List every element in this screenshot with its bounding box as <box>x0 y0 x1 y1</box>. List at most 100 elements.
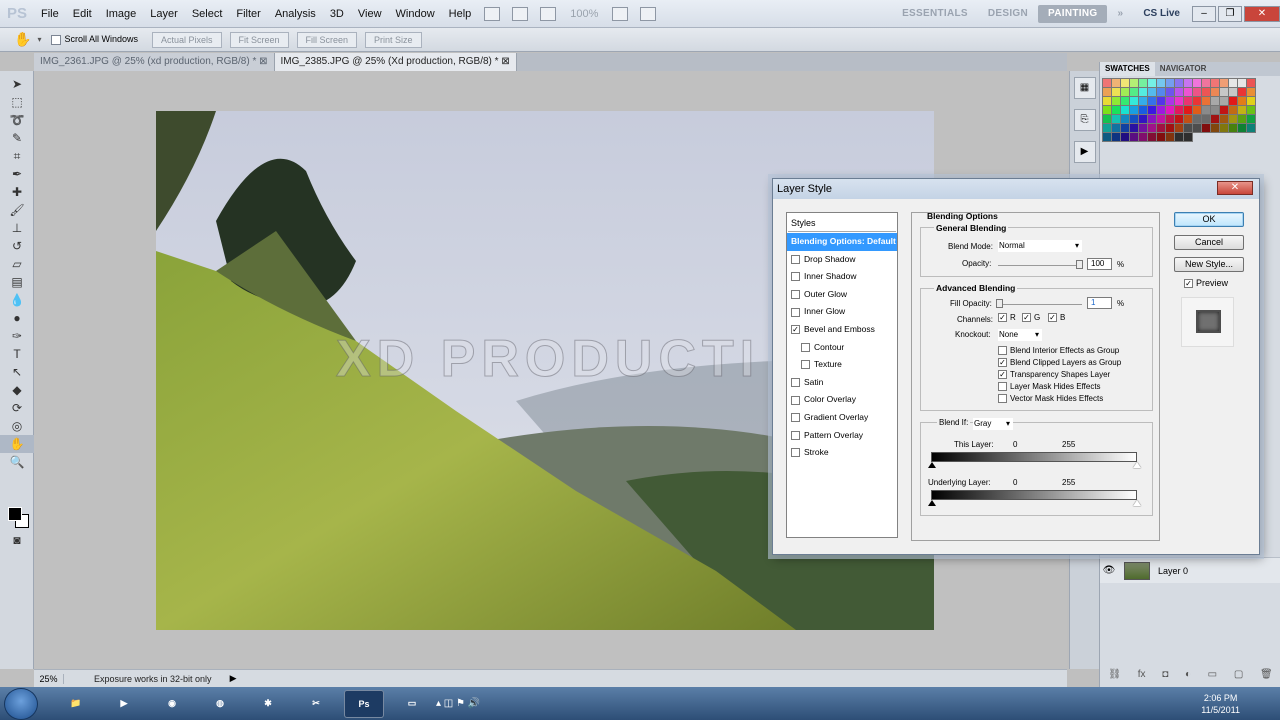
menu-filter[interactable]: Filter <box>229 8 267 20</box>
this-layer-white-slider[interactable] <box>1133 462 1141 468</box>
this-layer-gradient[interactable] <box>931 452 1137 462</box>
mini-bridge-panel-icon[interactable]: ▦ <box>1073 77 1096 99</box>
blend-mode-select[interactable]: Normal ▾ <box>998 240 1082 252</box>
restore-button[interactable]: ❐ <box>1218 5 1242 22</box>
doc-tab-img2385[interactable]: IMG_2385.JPG @ 25% (Xd production, RGB/8… <box>274 53 517 71</box>
style-inner-glow[interactable]: Inner Glow <box>787 303 897 321</box>
style-satin[interactable]: Satin <box>787 374 897 392</box>
network-taskbar-icon[interactable]: ✱ <box>248 690 288 718</box>
explorer-taskbar-icon[interactable]: 📁 <box>56 690 96 718</box>
zoom-tool-icon[interactable]: 🔍 <box>0 453 34 471</box>
channel-g-checkbox[interactable]: ✓ G <box>1022 313 1040 322</box>
foreground-color-swatch[interactable] <box>8 507 22 521</box>
workspace-painting[interactable]: PAINTING <box>1038 4 1108 23</box>
status-zoom[interactable]: 25% <box>34 673 64 684</box>
3d-rotate-tool-icon[interactable]: ⟳ <box>0 399 34 417</box>
clone-stamp-tool-icon[interactable]: ⊥ <box>0 219 34 237</box>
checkbox-box[interactable] <box>791 378 800 388</box>
style-pattern-overlay[interactable]: Pattern Overlay <box>787 427 897 445</box>
style-drop-shadow[interactable]: Drop Shadow <box>787 251 897 269</box>
checkbox-box[interactable] <box>998 382 1007 391</box>
menu-analysis[interactable]: Analysis <box>268 8 323 20</box>
actions-panel-icon[interactable]: ▶ <box>1073 141 1096 163</box>
dialog-titlebar[interactable]: Layer Style <box>773 179 1259 199</box>
checkbox-box[interactable]: ✓ <box>1022 313 1031 322</box>
fill-opacity-input[interactable]: 1 <box>1087 297 1112 309</box>
pen-tool-icon[interactable]: ✑ <box>0 327 34 345</box>
type-tool-icon[interactable]: T <box>0 345 34 363</box>
channel-r-checkbox[interactable]: ✓ R <box>998 313 1016 322</box>
media-player-taskbar-icon[interactable]: ▶ <box>104 690 144 718</box>
layer-row[interactable]: 👁 Layer 0 <box>1100 557 1280 583</box>
workspace-more[interactable]: » <box>1107 8 1133 19</box>
new-layer-icon[interactable]: ▢ <box>1234 669 1243 680</box>
firefox-taskbar-icon[interactable]: ◍ <box>200 690 240 718</box>
new-group-icon[interactable]: ▭ <box>1208 669 1217 680</box>
checkbox-box[interactable] <box>801 342 810 352</box>
checkbox-box[interactable] <box>801 360 810 370</box>
arrange-documents-icon[interactable] <box>612 6 629 21</box>
fit-screen-button[interactable]: Fit Screen <box>229 31 289 48</box>
knockout-select[interactable]: None ▾ <box>998 329 1042 341</box>
style-bevel-emboss[interactable]: ✓ Bevel and Emboss <box>787 321 897 339</box>
vector-mask-hides-checkbox[interactable]: Vector Mask Hides Effects <box>998 394 1103 403</box>
status-menu-arrow-icon[interactable]: ▶ <box>230 673 237 684</box>
history-brush-tool-icon[interactable]: ↺ <box>0 237 34 255</box>
chrome-taskbar-icon[interactable]: ◉ <box>152 690 192 718</box>
fill-opacity-slider-knob[interactable] <box>996 299 1003 308</box>
screen-mode-icon[interactable] <box>640 6 657 21</box>
style-stroke[interactable]: Stroke <box>787 444 897 462</box>
new-style-button[interactable]: New Style... <box>1174 257 1244 272</box>
gradient-tool-icon[interactable]: ▤ <box>0 273 34 291</box>
menu-layer[interactable]: Layer <box>143 8 185 20</box>
menu-view[interactable]: View <box>351 8 389 20</box>
styles-header[interactable]: Styles <box>788 214 896 232</box>
color-swatch[interactable] <box>1246 123 1256 133</box>
checkbox-box[interactable] <box>791 430 800 440</box>
menu-image[interactable]: Image <box>99 8 144 20</box>
link-layers-icon[interactable]: ⛓ <box>1108 669 1121 680</box>
style-inner-shadow[interactable]: Inner Shadow <box>787 268 897 286</box>
tab-navigator[interactable]: NAVIGATOR <box>1155 62 1212 76</box>
checkbox-box[interactable] <box>791 254 800 264</box>
workspace-essentials[interactable]: ESSENTIALS <box>892 8 978 19</box>
opacity-slider-knob[interactable] <box>1076 260 1083 269</box>
path-selection-tool-icon[interactable]: ↖ <box>0 363 34 381</box>
checkbox-box[interactable] <box>51 34 62 45</box>
color-swatch[interactable] <box>1183 132 1193 142</box>
underlying-layer-gradient[interactable] <box>931 490 1137 500</box>
move-tool-icon[interactable]: ➤ <box>0 75 34 93</box>
blur-tool-icon[interactable]: 💧 <box>0 291 34 309</box>
checkbox-box[interactable] <box>791 413 800 423</box>
opacity-input[interactable]: 100 <box>1087 258 1112 270</box>
ok-button[interactable]: OK <box>1174 212 1244 227</box>
eyedropper-tool-icon[interactable]: ✒ <box>0 165 34 183</box>
dialog-close-button[interactable]: ✕ <box>1217 181 1253 195</box>
start-button[interactable] <box>4 687 38 720</box>
eraser-tool-icon[interactable]: ▱ <box>0 255 34 273</box>
style-texture[interactable]: Texture <box>787 356 897 374</box>
menu-edit[interactable]: Edit <box>66 8 99 20</box>
checkbox-box[interactable]: ✓ <box>998 313 1007 322</box>
style-contour[interactable]: Contour <box>787 339 897 357</box>
workspace-design[interactable]: DESIGN <box>978 8 1038 19</box>
layer-mask-hides-checkbox[interactable]: Layer Mask Hides Effects <box>998 382 1101 391</box>
tool-taskbar-icon[interactable]: ✂ <box>296 690 336 718</box>
eye-icon[interactable]: 👁 <box>1100 565 1118 576</box>
cancel-button[interactable]: Cancel <box>1174 235 1244 250</box>
blend-if-select[interactable]: Gray ▾ <box>973 418 1013 430</box>
photoshop-taskbar-icon[interactable]: Ps <box>344 689 384 718</box>
menu-window[interactable]: Window <box>389 8 442 20</box>
underlying-white-slider[interactable] <box>1133 500 1141 506</box>
checkbox-box[interactable] <box>791 448 800 458</box>
scroll-all-windows-checkbox[interactable]: Scroll All Windows <box>51 34 138 45</box>
hand-tool-icon[interactable]: ✋ <box>0 435 34 453</box>
preset-dropdown-icon[interactable]: ▾ <box>37 35 41 44</box>
checkbox-box[interactable] <box>998 394 1007 403</box>
brush-tool-icon[interactable]: 🖌 <box>0 201 34 219</box>
add-mask-icon[interactable]: ◘ <box>1162 669 1168 680</box>
minimize-button[interactable]: – <box>1192 5 1216 22</box>
healing-brush-tool-icon[interactable]: ✚ <box>0 183 34 201</box>
checkbox-box[interactable]: ✓ <box>1048 313 1057 322</box>
lasso-tool-icon[interactable]: ➰ <box>0 111 34 129</box>
